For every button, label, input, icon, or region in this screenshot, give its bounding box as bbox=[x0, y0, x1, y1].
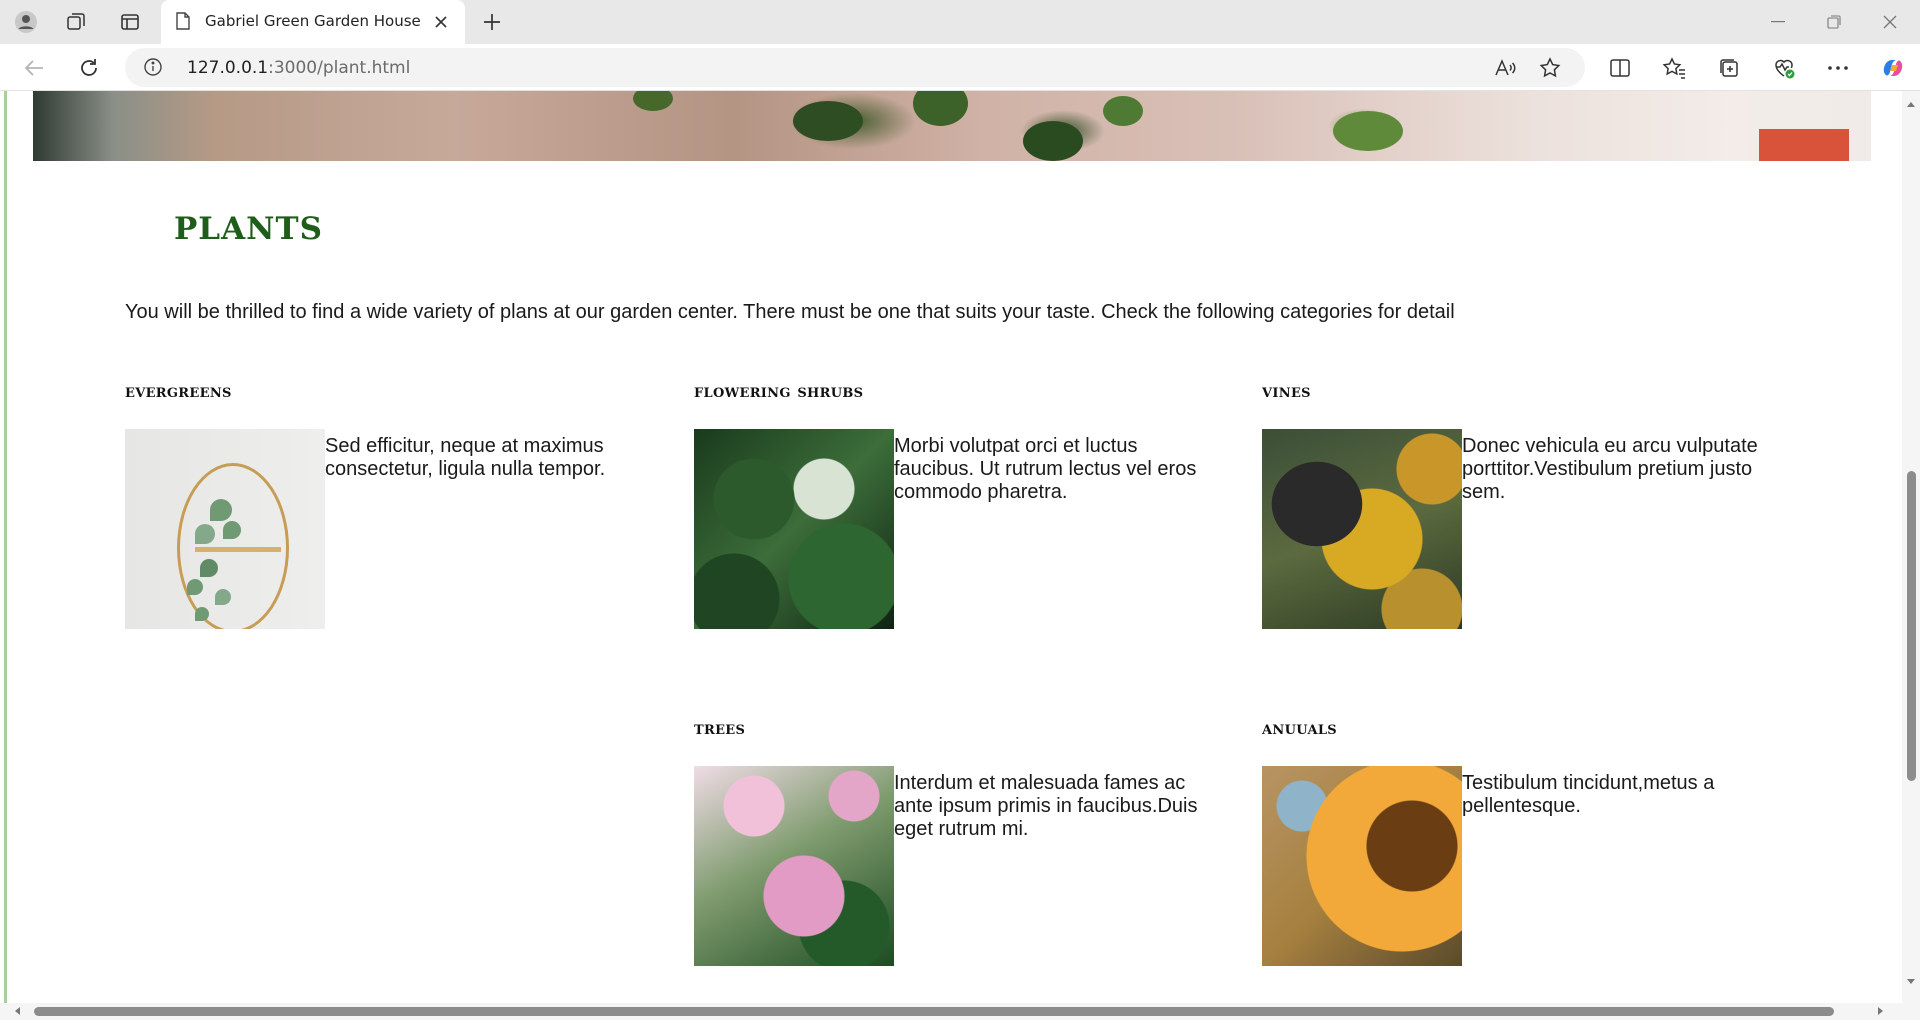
category-description: Morbi volutpat orci et luctus faucibus. … bbox=[894, 435, 1197, 503]
browser-essentials-icon[interactable] bbox=[1767, 51, 1801, 85]
url-text: 127.0.0.1:3000/plant.html bbox=[187, 58, 411, 78]
scroll-left-icon[interactable] bbox=[12, 1006, 22, 1016]
page-title: PLANTS bbox=[174, 211, 323, 247]
tab-strip: Gabriel Green Garden House bbox=[0, 0, 1920, 44]
vertical-scrollbar[interactable] bbox=[1902, 91, 1920, 1003]
browser-toolbar: 127.0.0.1:3000/plant.html bbox=[0, 44, 1920, 91]
bonsai-shrub-image bbox=[694, 429, 894, 629]
page-icon bbox=[175, 12, 191, 35]
favorite-star-icon[interactable] bbox=[1535, 53, 1565, 83]
active-tab[interactable]: Gabriel Green Garden House bbox=[161, 0, 465, 44]
site-info-icon[interactable] bbox=[143, 57, 163, 82]
bee-on-flower-image bbox=[1262, 429, 1462, 629]
tab-title: Gabriel Green Garden House bbox=[205, 12, 421, 30]
hero-banner-image bbox=[33, 91, 1871, 161]
close-tab-icon[interactable] bbox=[427, 8, 455, 36]
page-viewport: PLANTS You will be thrilled to find a wi… bbox=[0, 91, 1920, 1020]
hanging-plant-image bbox=[125, 429, 325, 629]
intro-text: You will be thrilled to find a wide vari… bbox=[125, 301, 1455, 323]
more-options-icon[interactable] bbox=[1821, 51, 1855, 85]
vertical-tabs-icon[interactable] bbox=[114, 6, 146, 38]
address-bar[interactable]: 127.0.0.1:3000/plant.html bbox=[125, 48, 1585, 87]
vertical-scroll-thumb[interactable] bbox=[1907, 471, 1916, 781]
sunflower-image bbox=[1262, 766, 1462, 966]
horizontal-scroll-thumb[interactable] bbox=[34, 1007, 1834, 1016]
reload-icon[interactable] bbox=[72, 51, 106, 85]
favorites-icon[interactable] bbox=[1657, 51, 1691, 85]
split-screen-icon[interactable] bbox=[1603, 51, 1637, 85]
category-heading: TREES bbox=[694, 718, 746, 739]
read-aloud-icon[interactable] bbox=[1490, 53, 1520, 83]
horizontal-scrollbar[interactable] bbox=[0, 1003, 1920, 1020]
copilot-icon[interactable] bbox=[1876, 51, 1910, 85]
category-description: Sed efficitur, neque at maximus consecte… bbox=[325, 435, 606, 480]
category-description: Testibulum tincidunt,metus a pellentesqu… bbox=[1462, 772, 1715, 817]
restore-icon[interactable] bbox=[1814, 6, 1854, 38]
scroll-up-icon[interactable] bbox=[1906, 99, 1916, 109]
category-heading: EVERGREENS bbox=[125, 381, 232, 402]
pink-flowers-image bbox=[694, 766, 894, 966]
left-accent-border bbox=[0, 91, 8, 1020]
category-description: Interdum et malesuada fames ac ante ipsu… bbox=[894, 772, 1198, 840]
category-heading: ANUUALS bbox=[1262, 718, 1337, 739]
workspaces-icon[interactable] bbox=[60, 6, 92, 38]
scroll-right-icon[interactable] bbox=[1876, 1006, 1886, 1016]
new-tab-icon[interactable] bbox=[476, 6, 508, 38]
profile-icon[interactable] bbox=[10, 6, 42, 38]
collections-icon[interactable] bbox=[1712, 51, 1746, 85]
category-heading: FLOWERING SHRUBS bbox=[694, 381, 864, 402]
scroll-down-icon[interactable] bbox=[1906, 977, 1916, 987]
minimize-icon[interactable] bbox=[1758, 6, 1798, 38]
category-heading: VINES bbox=[1262, 381, 1311, 402]
close-window-icon[interactable] bbox=[1870, 6, 1910, 38]
back-icon[interactable] bbox=[17, 51, 51, 85]
category-description: Donec vehicula eu arcu vulputate porttit… bbox=[1462, 435, 1758, 503]
